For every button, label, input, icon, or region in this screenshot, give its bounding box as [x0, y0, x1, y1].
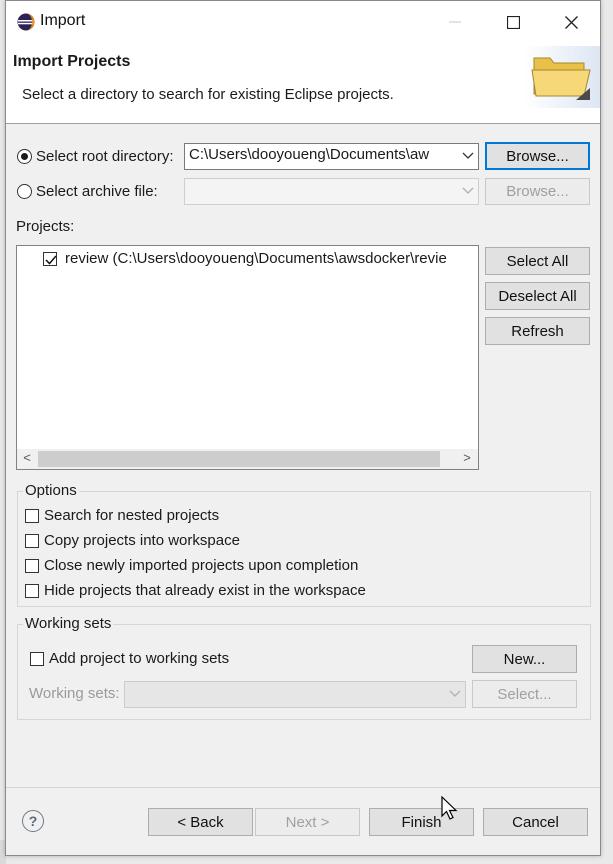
- select-working-set-button[interactable]: Select...: [472, 680, 577, 708]
- scrollbar-thumb[interactable]: [38, 451, 440, 467]
- chevron-down-icon: [462, 152, 474, 159]
- browse-archive-button[interactable]: Browse...: [485, 178, 590, 205]
- working-sets-legend: Working sets: [23, 615, 114, 632]
- select-all-button[interactable]: Select All: [485, 247, 590, 275]
- cancel-button[interactable]: Cancel: [483, 808, 588, 836]
- close-button[interactable]: [542, 1, 600, 43]
- new-working-set-button[interactable]: New...: [472, 645, 577, 673]
- browse-root-button[interactable]: Browse...: [485, 142, 590, 170]
- checkmark-icon: [45, 255, 57, 265]
- deselect-all-button[interactable]: Deselect All: [485, 282, 590, 310]
- projects-list[interactable]: [16, 245, 479, 470]
- hide-projects-checkbox[interactable]: [25, 584, 39, 598]
- root-directory-combo[interactable]: C:\Users\dooyoueng\Documents\aw: [184, 143, 479, 170]
- nested-projects-checkbox[interactable]: [25, 509, 39, 523]
- help-icon[interactable]: ?: [22, 810, 44, 832]
- list-item[interactable]: review (C:\Users\dooyoueng\Documents\aws…: [40, 250, 475, 270]
- root-directory-value: C:\Users\dooyoueng\Documents\aw: [189, 146, 430, 163]
- next-button[interactable]: Next >: [255, 808, 360, 836]
- root-directory-radio[interactable]: [17, 149, 32, 164]
- archive-file-label: Select archive file:: [36, 183, 158, 200]
- banner-title: Import Projects: [13, 53, 131, 70]
- close-projects-label: Close newly imported projects upon compl…: [44, 557, 359, 574]
- minimize-button[interactable]: [426, 1, 484, 43]
- back-button[interactable]: < Back: [148, 808, 253, 836]
- project-label: review (C:\Users\dooyoueng\Documents\aws…: [65, 250, 447, 267]
- banner-description: Select a directory to search for existin…: [22, 86, 394, 103]
- refresh-button[interactable]: Refresh: [485, 317, 590, 345]
- minimize-icon: [449, 21, 461, 23]
- nested-projects-label: Search for nested projects: [44, 507, 220, 524]
- add-working-sets-label: Add project to working sets: [49, 650, 230, 667]
- project-checkbox[interactable]: [43, 252, 57, 266]
- working-sets-field-label: Working sets:: [29, 685, 120, 702]
- chevron-down-icon: [462, 187, 474, 194]
- mouse-cursor-icon: [441, 795, 459, 822]
- root-directory-label: Select root directory:: [36, 148, 174, 165]
- close-icon: [564, 15, 578, 29]
- scroll-left-icon[interactable]: <: [20, 450, 34, 468]
- maximize-button[interactable]: [484, 1, 542, 43]
- window-title: Import: [40, 12, 86, 29]
- add-working-sets-checkbox[interactable]: [30, 652, 44, 666]
- footer-separator: [6, 787, 600, 788]
- projects-label: Projects:: [16, 218, 75, 235]
- working-sets-combo[interactable]: [124, 681, 466, 708]
- chevron-down-icon: [449, 690, 461, 697]
- archive-file-radio[interactable]: [17, 184, 32, 199]
- maximize-icon: [506, 15, 520, 29]
- close-projects-checkbox[interactable]: [25, 559, 39, 573]
- scroll-right-icon[interactable]: >: [460, 450, 474, 468]
- eclipse-icon: [17, 13, 35, 31]
- hide-projects-label: Hide projects that already exist in the …: [44, 582, 366, 599]
- archive-file-combo[interactable]: [184, 178, 479, 205]
- copy-projects-checkbox[interactable]: [25, 534, 39, 548]
- folder-icon: [524, 46, 600, 108]
- copy-projects-label: Copy projects into workspace: [44, 532, 240, 549]
- options-legend: Options: [23, 482, 79, 499]
